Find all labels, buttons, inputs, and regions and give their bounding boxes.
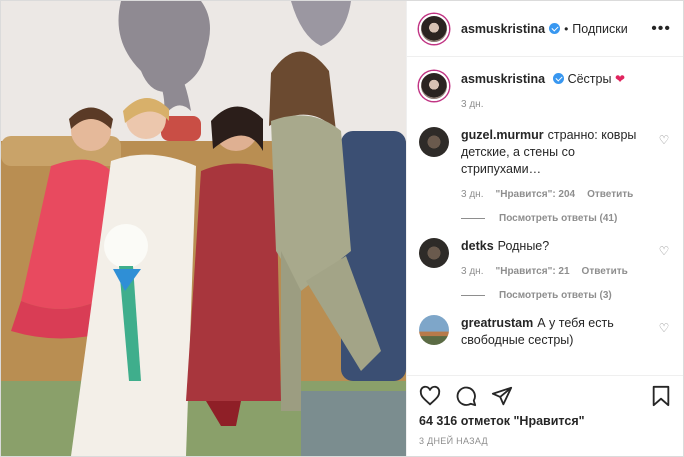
share-icon[interactable]: [491, 385, 513, 407]
view-replies-button[interactable]: Посмотреть ответы (3): [461, 290, 671, 301]
reply-button[interactable]: Ответить: [587, 186, 633, 203]
reply-button[interactable]: Ответить: [582, 263, 628, 280]
likes-count[interactable]: 64 316 отметок "Нравится": [419, 414, 671, 428]
comment-item: detks Родные? 3 дн. "Нравится": 21 Ответи…: [419, 238, 671, 301]
comment-like-heart-icon[interactable]: ♡: [657, 244, 671, 258]
view-replies-label[interactable]: Посмотреть ответы (41): [499, 213, 617, 224]
post-sidebar: asmuskristina • Подписки ••• asmuskristi…: [406, 1, 683, 456]
verified-badge-icon: [549, 23, 561, 34]
comments-list[interactable]: asmuskristina Сёстры ❤ 3 дн. guzel.murmu…: [407, 57, 683, 375]
separator-dot: •: [564, 21, 569, 36]
replies-divider: [461, 218, 485, 219]
posted-time[interactable]: 3 ДНЕЙ НАЗАД: [419, 436, 671, 446]
action-icons: [419, 384, 671, 408]
replies-divider: [461, 295, 485, 296]
author-username[interactable]: asmuskristina: [461, 22, 545, 36]
commenter-avatar[interactable]: [419, 238, 449, 268]
caption-avatar[interactable]: [419, 71, 449, 101]
post-header: asmuskristina • Подписки •••: [407, 1, 683, 57]
comment-item: guzel.murmur странно: ковры детские, а ст…: [419, 127, 671, 224]
caption-username[interactable]: asmuskristina: [461, 72, 545, 86]
more-options-icon[interactable]: •••: [651, 20, 671, 38]
comment-username[interactable]: greatrustam: [461, 316, 533, 330]
comment-likes[interactable]: "Нравится": 21: [495, 263, 569, 280]
commenter-avatar[interactable]: [419, 127, 449, 157]
view-replies-button[interactable]: Посмотреть ответы (41): [461, 213, 671, 224]
comment-like-heart-icon[interactable]: ♡: [657, 133, 671, 147]
bookmark-icon[interactable]: [651, 385, 671, 407]
comment-username[interactable]: guzel.murmur: [461, 128, 544, 142]
commenter-avatar[interactable]: [419, 315, 449, 345]
caption-text: Сёстры: [567, 72, 612, 86]
comment-username[interactable]: detks: [461, 239, 494, 253]
verified-badge-icon: [553, 73, 565, 84]
photo-illustration: [1, 1, 406, 456]
red-heart-emoji-icon: ❤: [614, 72, 625, 86]
caption-time[interactable]: 3 дн.: [461, 96, 483, 113]
comment-icon[interactable]: [455, 385, 477, 407]
view-replies-label[interactable]: Посмотреть ответы (3): [499, 290, 612, 301]
comment-likes[interactable]: "Нравится": 204: [495, 186, 575, 203]
post-photo[interactable]: [1, 1, 406, 456]
heart-icon[interactable]: [419, 385, 441, 407]
comment-time[interactable]: 3 дн.: [461, 186, 483, 203]
following-button[interactable]: Подписки: [572, 22, 627, 36]
comment-like-heart-icon[interactable]: ♡: [657, 321, 671, 335]
comment-text: Родные?: [497, 239, 550, 253]
comment-item: greatrustam А у тебя есть свободные сестр…: [419, 315, 671, 349]
post-actions: 64 316 отметок "Нравится" 3 ДНЕЙ НАЗАД: [407, 375, 683, 456]
comment-time[interactable]: 3 дн.: [461, 263, 483, 280]
author-avatar[interactable]: [419, 13, 449, 44]
instagram-post: asmuskristina • Подписки ••• asmuskristi…: [0, 0, 684, 457]
post-caption: asmuskristina Сёстры ❤ 3 дн.: [419, 71, 671, 113]
